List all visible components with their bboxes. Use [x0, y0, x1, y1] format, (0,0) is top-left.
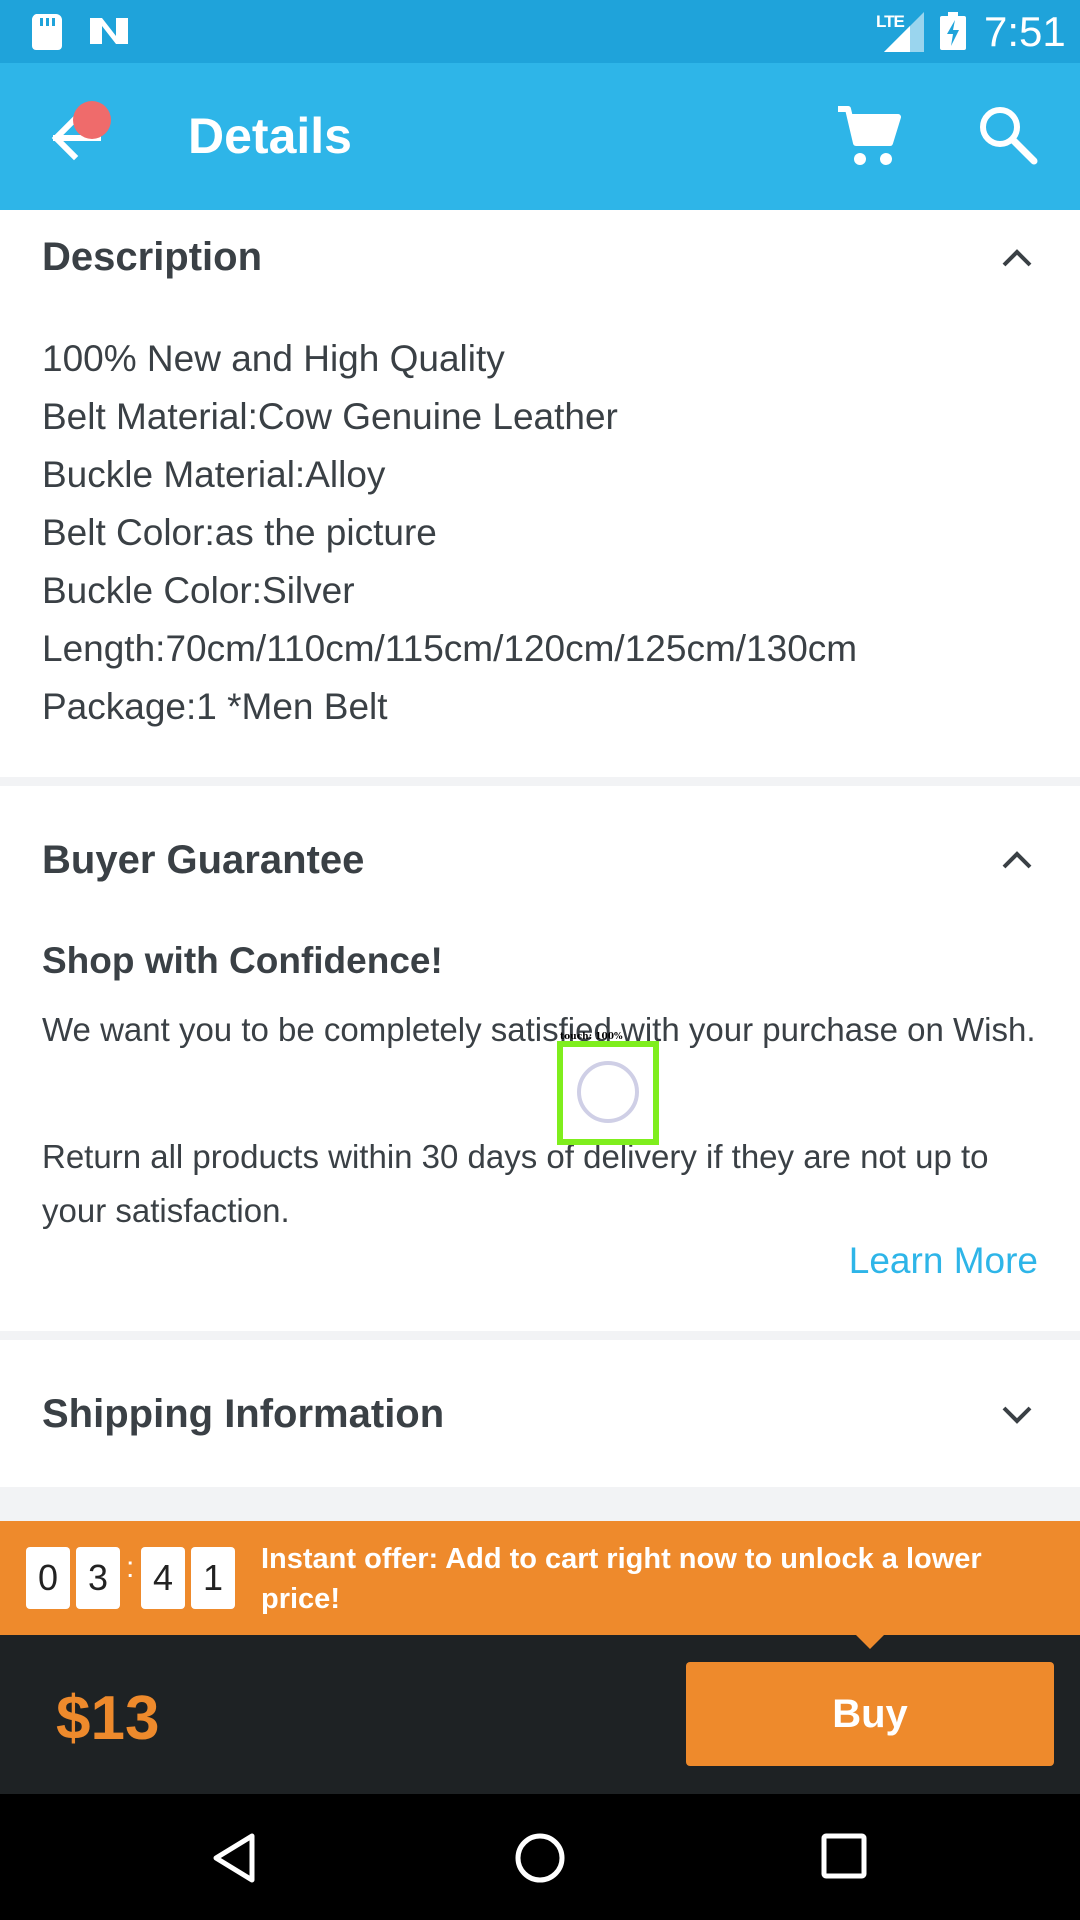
timer-digit: 4 [141, 1547, 185, 1609]
description-line: Belt Material:Cow Genuine Leather [42, 396, 618, 437]
description-line: Buckle Material:Alloy [42, 454, 386, 495]
chevron-up-icon[interactable] [1000, 247, 1034, 269]
guarantee-paragraph: We want you to be completely satisfied w… [42, 1011, 1036, 1048]
description-title: Description [42, 235, 263, 279]
shipping-section[interactable]: Shipping Information [0, 1340, 1080, 1487]
battery-charging-icon [940, 12, 966, 50]
n-notification-icon [90, 18, 128, 44]
timer-separator: : [126, 1551, 135, 1584]
clock: 7:51 [984, 8, 1066, 55]
search-icon[interactable] [976, 103, 1040, 167]
description-line: 100% New and High Quality [42, 338, 505, 379]
shipping-title: Shipping Information [42, 1392, 445, 1436]
description-line: Buckle Color:Silver [42, 570, 355, 611]
buyer-guarantee-section: Buyer Guarantee Shop with Confidence! We… [0, 786, 1080, 1331]
description-line: Belt Color:as the picture [42, 512, 437, 553]
instant-offer-banner[interactable]: 0 3 : 4 1 Instant offer: Add to cart rig… [0, 1521, 1080, 1635]
description-line: Length:70cm/110cm/115cm/120cm/125cm/130c… [42, 628, 858, 669]
system-nav-bar [0, 1794, 1080, 1920]
offer-text: Instant offer: Add to cart right now to … [261, 1543, 982, 1615]
chevron-up-icon[interactable] [1000, 849, 1034, 871]
touch-point-circle [577, 1061, 639, 1123]
cart-icon[interactable] [836, 103, 902, 169]
timer-digit: 0 [26, 1547, 70, 1609]
buyer-guarantee-title: Buyer Guarantee [42, 838, 365, 882]
status-bar: LTE 7:51 [0, 0, 1080, 63]
purchase-bar: $13 Buy [0, 1633, 1080, 1794]
network-type: LTE [876, 12, 905, 31]
offer-pointer [854, 1633, 886, 1649]
nav-recents-icon[interactable] [820, 1832, 868, 1880]
price: $13 [56, 1684, 160, 1753]
nav-home-icon[interactable] [514, 1832, 566, 1884]
buy-button[interactable]: Buy [686, 1662, 1054, 1766]
touch-indicator-label: touch: 100% [560, 1032, 623, 1042]
timer-digit: 1 [191, 1547, 235, 1609]
app-bar: Details [0, 63, 1080, 210]
description-section: Description 100% New and High Quality Be… [0, 210, 1080, 777]
sd-card-icon [32, 14, 62, 50]
guarantee-subtitle: Shop with Confidence! [42, 940, 443, 981]
chevron-down-icon[interactable] [1000, 1403, 1034, 1425]
nav-back-icon[interactable] [210, 1832, 260, 1884]
learn-more-link[interactable]: Learn More [849, 1240, 1038, 1282]
notification-dot [73, 101, 111, 139]
page-title: Details [188, 108, 352, 164]
guarantee-paragraph: Return all products within 30 days of de… [42, 1138, 989, 1229]
timer-digit: 3 [76, 1547, 120, 1609]
description-line: Package:1 *Men Belt [42, 686, 388, 727]
